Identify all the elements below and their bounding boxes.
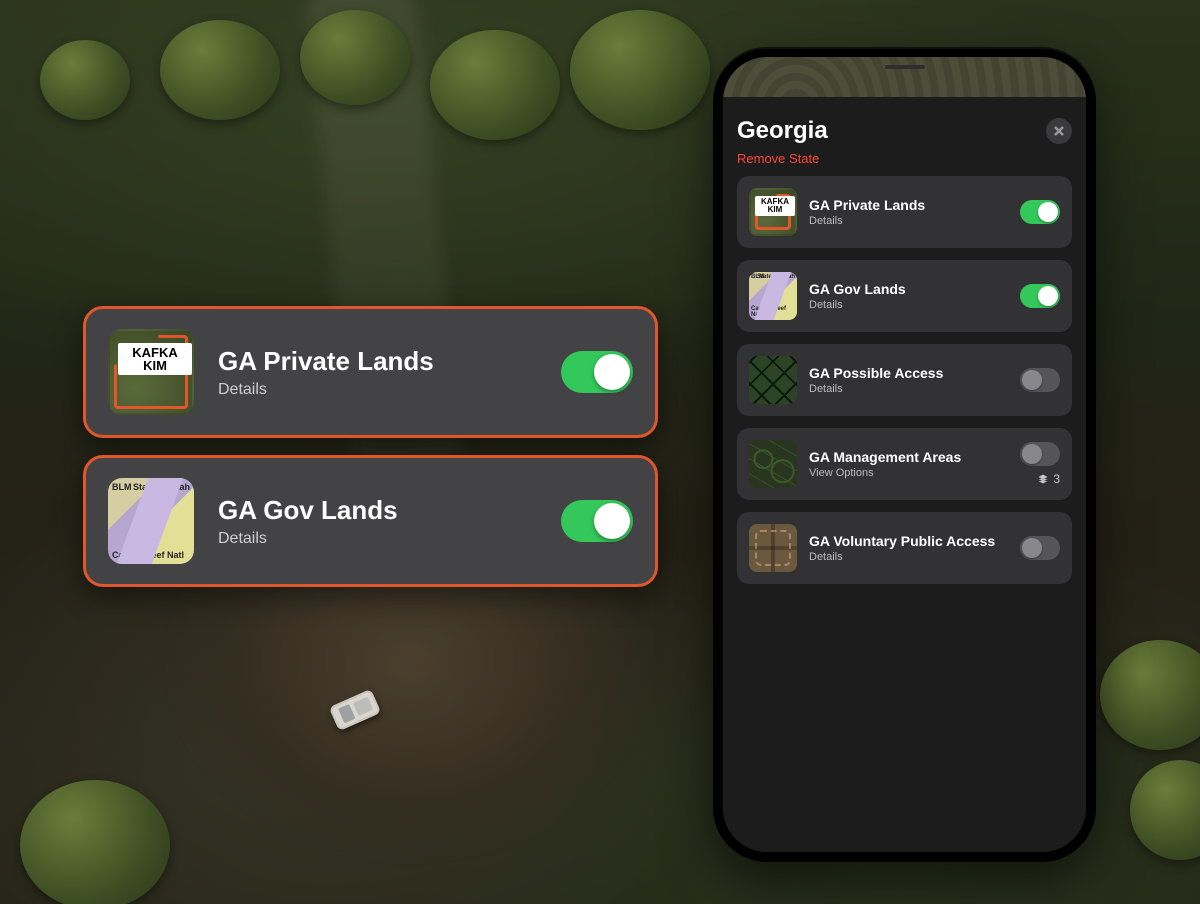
layer-row-voluntary-public-access[interactable]: GA Voluntary Public Access Details	[737, 512, 1072, 584]
layer-thumb-private: KAFKA KIM	[108, 329, 194, 415]
thumb-label: State Of Utah	[133, 482, 190, 492]
layer-subtitle[interactable]: View Options	[809, 467, 1008, 479]
decoration-tree	[300, 10, 410, 105]
layer-title: GA Private Lands	[809, 197, 1008, 214]
layer-subtitle[interactable]: Details	[809, 383, 1008, 395]
phone-frame: Georgia Remove State KAFKA KIM GA Privat…	[713, 47, 1096, 862]
layer-toggle[interactable]	[1020, 368, 1060, 392]
callout-card-gov-lands: BLM State Of Utah Capitol Reef Natl GA G…	[83, 455, 658, 587]
sublayer-count-badge: 3	[1037, 472, 1060, 486]
decoration-tree	[40, 40, 130, 120]
layer-title: GA Voluntary Public Access	[809, 533, 1008, 550]
layer-thumb-gov: BLM State Of Utah Capitol Reef Natl	[108, 478, 194, 564]
layer-thumb-gov: BLM State Of Utah Capitol Reef Natl	[749, 272, 797, 320]
thumb-label: State Of Utah	[757, 274, 795, 280]
thumb-label: Capitol Reef Natl	[112, 550, 184, 560]
layer-title: GA Private Lands	[218, 346, 434, 377]
thumb-owner-label: KAFKA KIM	[755, 196, 795, 216]
sublayer-count: 3	[1053, 472, 1060, 486]
layer-thumb-vpa	[749, 524, 797, 572]
thumb-label: Capitol Reef Natl	[751, 306, 797, 318]
layer-toggle-private[interactable]	[561, 351, 633, 393]
decoration-tree	[430, 30, 560, 140]
layer-row-gov[interactable]: BLM State Of Utah Capitol Reef Natl GA G…	[737, 260, 1072, 332]
layer-title: GA Gov Lands	[218, 495, 398, 526]
layer-subtitle[interactable]: Details	[809, 215, 1008, 227]
thumb-owner-label: KAFKA KIM	[118, 343, 192, 375]
callout-text: GA Gov Lands Details	[218, 495, 398, 548]
layer-subtitle[interactable]: Details	[218, 530, 398, 548]
close-button[interactable]	[1046, 118, 1072, 144]
layer-row-private[interactable]: KAFKA KIM GA Private Lands Details	[737, 176, 1072, 248]
decoration-tree	[570, 10, 710, 130]
layer-toggle[interactable]	[1020, 200, 1060, 224]
close-icon	[1053, 125, 1065, 137]
remove-state-link[interactable]: Remove State	[737, 151, 1072, 166]
layer-thumb-mgmt	[749, 440, 797, 488]
layers-icon	[1037, 473, 1049, 485]
layer-subtitle[interactable]: Details	[809, 551, 1008, 563]
layer-row-management-areas[interactable]: GA Management Areas View Options 3	[737, 428, 1072, 500]
layer-thumb-possible	[749, 356, 797, 404]
thumb-label: BLM	[112, 482, 132, 492]
layer-thumb-private: KAFKA KIM	[749, 188, 797, 236]
layer-title: GA Possible Access	[809, 365, 1008, 382]
page-title: Georgia	[737, 117, 828, 145]
layer-row-possible-access[interactable]: GA Possible Access Details	[737, 344, 1072, 416]
layer-toggle[interactable]	[1020, 284, 1060, 308]
layer-title: GA Gov Lands	[809, 281, 1008, 298]
layer-subtitle[interactable]: Details	[809, 299, 1008, 311]
phone-screen: Georgia Remove State KAFKA KIM GA Privat…	[723, 57, 1086, 852]
layer-toggle[interactable]	[1020, 536, 1060, 560]
callout-text: GA Private Lands Details	[218, 346, 434, 399]
layer-title: GA Management Areas	[809, 449, 1008, 466]
map-peek	[723, 57, 1086, 97]
layer-subtitle[interactable]: Details	[218, 381, 434, 399]
decoration-tree	[160, 20, 280, 120]
callout-card-private-lands: KAFKA KIM GA Private Lands Details	[83, 306, 658, 438]
decoration-tree	[20, 780, 170, 904]
notch-indicator	[885, 65, 925, 69]
layers-sheet: Georgia Remove State KAFKA KIM GA Privat…	[723, 97, 1086, 852]
layer-toggle-gov[interactable]	[561, 500, 633, 542]
layer-toggle[interactable]	[1020, 442, 1060, 466]
